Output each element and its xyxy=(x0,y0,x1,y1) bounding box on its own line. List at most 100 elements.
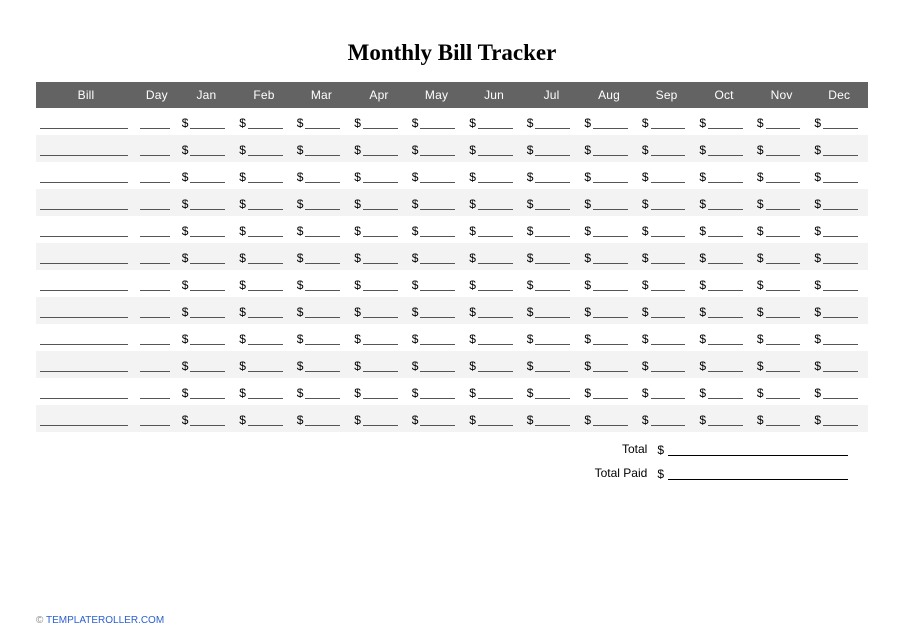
currency-icon: $ xyxy=(469,225,478,237)
amount-blank xyxy=(190,170,225,183)
month-cell: $ xyxy=(235,270,293,297)
month-cell: $ xyxy=(580,351,638,378)
month-cell: $ xyxy=(810,378,868,405)
month-cell: $ xyxy=(638,351,696,378)
bill-blank xyxy=(40,305,128,318)
amount-blank xyxy=(593,143,628,156)
amount-blank xyxy=(363,116,398,129)
amount-blank xyxy=(248,197,283,210)
amount-blank xyxy=(535,278,570,291)
month-cell: $ xyxy=(753,351,811,378)
month-cell: $ xyxy=(293,378,351,405)
month-cell: $ xyxy=(523,216,581,243)
month-cell: $ xyxy=(523,270,581,297)
amount-blank xyxy=(708,197,743,210)
amount-blank xyxy=(593,413,628,426)
bill-cell xyxy=(36,378,136,405)
amount-blank xyxy=(535,305,570,318)
month-cell: $ xyxy=(810,135,868,162)
month-cell: $ xyxy=(235,405,293,432)
day-blank xyxy=(140,116,170,129)
currency-icon: $ xyxy=(814,333,823,345)
currency-icon: $ xyxy=(642,252,651,264)
amount-blank xyxy=(651,143,686,156)
day-blank xyxy=(140,332,170,345)
bill-cell xyxy=(36,270,136,297)
month-cell: $ xyxy=(753,378,811,405)
copyright-icon: © xyxy=(36,615,43,626)
month-cell: $ xyxy=(638,189,696,216)
currency-icon: $ xyxy=(814,225,823,237)
amount-blank xyxy=(420,251,455,264)
currency-icon: $ xyxy=(469,333,478,345)
month-cell: $ xyxy=(695,324,753,351)
header-aug: Aug xyxy=(580,82,638,108)
month-cell: $ xyxy=(178,405,236,432)
day-blank xyxy=(140,143,170,156)
amount-blank xyxy=(190,197,225,210)
amount-blank xyxy=(535,170,570,183)
amount-blank xyxy=(651,170,686,183)
currency-icon: $ xyxy=(757,171,766,183)
amount-blank xyxy=(190,278,225,291)
currency-icon: $ xyxy=(584,279,593,291)
currency-icon: $ xyxy=(814,387,823,399)
month-cell: $ xyxy=(465,270,523,297)
day-cell xyxy=(136,378,178,405)
header-feb: Feb xyxy=(235,82,293,108)
month-cell: $ xyxy=(465,108,523,135)
month-cell: $ xyxy=(178,189,236,216)
month-cell: $ xyxy=(350,405,408,432)
currency-icon: $ xyxy=(469,360,478,372)
month-cell: $ xyxy=(523,162,581,189)
month-cell: $ xyxy=(753,189,811,216)
amount-blank xyxy=(248,278,283,291)
amount-blank xyxy=(708,386,743,399)
currency-icon: $ xyxy=(182,306,191,318)
currency-icon: $ xyxy=(584,333,593,345)
amount-blank xyxy=(190,251,225,264)
bill-cell xyxy=(36,108,136,135)
month-cell: $ xyxy=(638,270,696,297)
total-row: Total $ xyxy=(622,442,848,456)
currency-icon: $ xyxy=(297,171,306,183)
day-blank xyxy=(140,224,170,237)
currency-icon: $ xyxy=(182,171,191,183)
amount-blank xyxy=(535,224,570,237)
currency-icon: $ xyxy=(814,144,823,156)
day-cell xyxy=(136,351,178,378)
currency-icon: $ xyxy=(297,387,306,399)
bill-blank xyxy=(40,170,128,183)
month-cell: $ xyxy=(465,243,523,270)
amount-blank xyxy=(190,224,225,237)
month-cell: $ xyxy=(178,324,236,351)
amount-blank xyxy=(651,197,686,210)
currency-icon: $ xyxy=(412,252,421,264)
month-cell: $ xyxy=(178,135,236,162)
currency-icon: $ xyxy=(527,117,536,129)
amount-blank xyxy=(766,197,801,210)
amount-blank xyxy=(708,170,743,183)
currency-icon: $ xyxy=(814,117,823,129)
amount-blank xyxy=(535,197,570,210)
currency-icon: $ xyxy=(469,198,478,210)
currency-icon: $ xyxy=(412,117,421,129)
amount-blank xyxy=(766,413,801,426)
currency-icon: $ xyxy=(642,144,651,156)
footer-site: TEMPLATEROLLER.COM xyxy=(46,615,164,626)
bill-cell xyxy=(36,243,136,270)
amount-blank xyxy=(248,251,283,264)
currency-icon: $ xyxy=(642,198,651,210)
day-cell xyxy=(136,297,178,324)
amount-blank xyxy=(651,116,686,129)
currency-icon: $ xyxy=(412,414,421,426)
amount-blank xyxy=(363,332,398,345)
month-cell: $ xyxy=(810,162,868,189)
currency-icon: $ xyxy=(297,279,306,291)
month-cell: $ xyxy=(638,108,696,135)
currency-icon: $ xyxy=(297,225,306,237)
month-cell: $ xyxy=(235,108,293,135)
month-cell: $ xyxy=(178,378,236,405)
table-row: $$$$$$$$$$$$ xyxy=(36,297,868,324)
month-cell: $ xyxy=(695,270,753,297)
